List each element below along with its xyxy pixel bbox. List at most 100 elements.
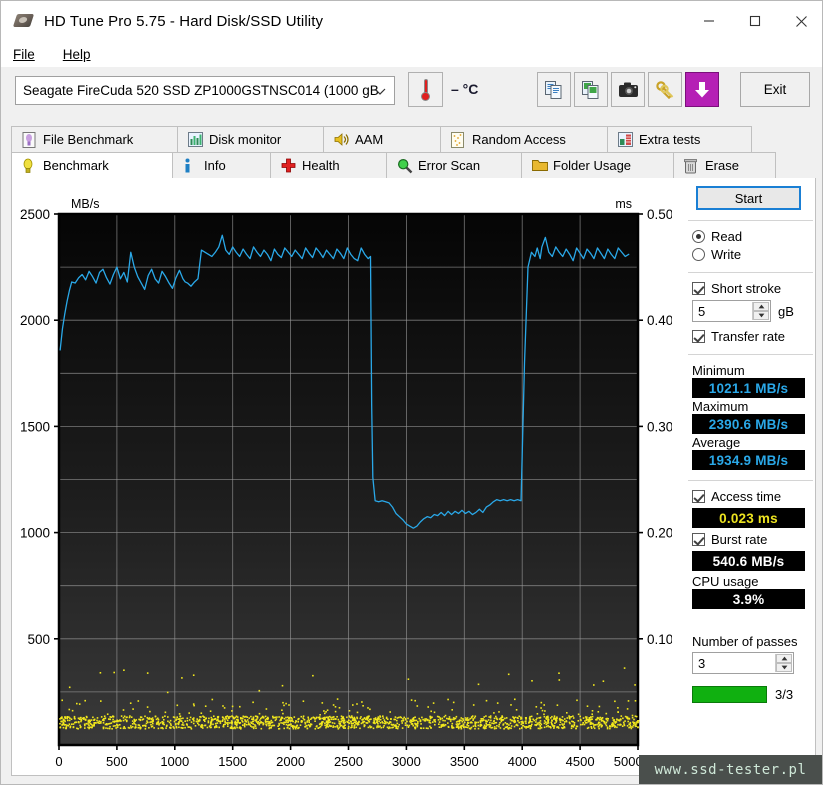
svg-text:MB/s: MB/s (71, 197, 99, 211)
transfer-rate-label: Transfer rate (711, 329, 785, 344)
svg-text:500: 500 (27, 632, 50, 647)
passes-progress-bar (692, 686, 767, 703)
burst-rate-checkbox-indicator (692, 533, 705, 546)
tab-random-access[interactable]: Random Access (440, 126, 608, 152)
options-button[interactable] (648, 72, 682, 107)
svg-text:3000: 3000 (392, 754, 421, 769)
minimize-button[interactable] (686, 1, 732, 41)
svg-text:500: 500 (106, 754, 128, 769)
maximum-label: Maximum (692, 399, 749, 414)
svg-text:4500: 4500 (566, 754, 595, 769)
stepper-up[interactable] (776, 654, 792, 663)
menu-file[interactable]: File (11, 45, 47, 64)
passes-stepper[interactable] (775, 654, 792, 672)
temperature-value: – °C (451, 81, 479, 97)
tab-error-scan[interactable]: Error Scan (386, 152, 522, 178)
svg-text:2000: 2000 (20, 313, 50, 328)
tab-extra-tests[interactable]: Extra tests (607, 126, 752, 152)
chevron-down-icon (374, 83, 386, 98)
radio-read-label: Read (711, 229, 743, 244)
checkbox-access-time[interactable]: Access time (684, 489, 817, 504)
svg-text:0.40: 0.40 (647, 313, 672, 328)
thermometer-icon (421, 78, 430, 101)
svg-text:2500: 2500 (334, 754, 363, 769)
tab-erase[interactable]: Erase (673, 152, 776, 178)
radio-write-indicator (692, 248, 705, 261)
svg-text:0.10: 0.10 (647, 632, 672, 647)
window-title: HD Tune Pro 5.75 - Hard Disk/SSD Utility (44, 12, 324, 30)
stepper-down[interactable] (753, 311, 769, 320)
svg-text:2000: 2000 (276, 754, 305, 769)
tab-label: File Benchmark (43, 132, 134, 147)
tab-label: Info (204, 158, 226, 173)
screenshot-button[interactable] (611, 72, 645, 107)
copy-text-button[interactable] (537, 72, 571, 107)
extra-tests-icon (618, 131, 633, 148)
maximum-value: 2390.6 MB/s (692, 414, 805, 434)
svg-text:2500: 2500 (20, 207, 50, 222)
maximize-button[interactable] (732, 1, 778, 41)
trash-icon (684, 158, 699, 174)
passes-input[interactable]: 3 (692, 652, 794, 674)
short-stroke-checkbox-indicator (692, 282, 705, 295)
start-button[interactable]: Start (696, 186, 801, 210)
download-button[interactable] (685, 72, 719, 107)
minimum-value: 1021.1 MB/s (692, 378, 805, 398)
short-stroke-stepper[interactable] (752, 302, 769, 320)
tab-folder-usage[interactable]: Folder Usage (521, 152, 674, 178)
svg-text:0: 0 (55, 754, 62, 769)
benchmark-controls: Start Read Write Short stroke 5 gB Trans… (684, 186, 817, 703)
tab-aam[interactable]: AAM (323, 126, 441, 152)
copy-image-button[interactable] (574, 72, 608, 107)
tab-strip: File Benchmark Disk monitor AAM Random A… (11, 126, 816, 178)
tab-benchmark[interactable]: Benchmark (11, 152, 173, 178)
magnifier-icon (397, 158, 413, 174)
access-time-value: 0.023 ms (692, 508, 805, 528)
short-stroke-size-row: 5 gB (684, 300, 817, 322)
svg-text:4000: 4000 (508, 754, 537, 769)
exit-button[interactable]: Exit (740, 72, 810, 107)
random-access-icon (451, 131, 466, 148)
folder-icon (532, 158, 548, 174)
benchmark-panel: MB/s ms 500 1000 1500 2000 2500 0.10 0.20 0.30 0.4… (11, 178, 816, 776)
hd-tune-window: HD Tune Pro 5.75 - Hard Disk/SSD Utility… (0, 0, 823, 785)
tab-row-bottom: Benchmark Info Health Error Scan Folder … (11, 152, 776, 178)
checkbox-burst-rate[interactable]: Burst rate (684, 532, 817, 547)
checkbox-transfer-rate[interactable]: Transfer rate (684, 329, 817, 344)
benchmark-chart: MB/s ms 500 1000 1500 2000 2500 0.10 0.20 0.30 0.4… (12, 178, 672, 776)
transfer-rate-checkbox-indicator (692, 330, 705, 343)
passes-progress-row: 3/3 (684, 686, 817, 703)
radio-read[interactable]: Read (684, 229, 817, 244)
close-button[interactable] (778, 1, 822, 41)
svg-text:0.30: 0.30 (647, 419, 672, 434)
burst-rate-value: 540.6 MB/s (692, 551, 805, 571)
passes-value: 3 (698, 655, 706, 671)
bar-chart-icon (188, 131, 203, 148)
average-label: Average (692, 435, 741, 450)
tab-label: Extra tests (639, 132, 701, 147)
title-bar: HD Tune Pro 5.75 - Hard Disk/SSD Utility (1, 1, 822, 41)
short-stroke-input[interactable]: 5 (692, 300, 771, 322)
checkbox-short-stroke[interactable]: Short stroke (684, 281, 817, 296)
passes-label: Number of passes (692, 634, 798, 649)
temperature-indicator (408, 72, 443, 107)
cpu-usage-label: CPU usage (692, 574, 759, 589)
menu-help[interactable]: Help (61, 45, 103, 64)
access-time-checkbox-indicator (692, 490, 705, 503)
tab-disk-monitor[interactable]: Disk monitor (177, 126, 324, 152)
stepper-up[interactable] (753, 302, 769, 311)
speaker-icon (334, 132, 349, 148)
svg-text:1500: 1500 (20, 419, 50, 434)
tab-info[interactable]: Info (172, 152, 271, 178)
svg-text:0.20: 0.20 (647, 526, 672, 541)
drive-select[interactable]: Seagate FireCuda 520 SSD ZP1000GSTNSC014… (15, 76, 395, 105)
tab-row-top: File Benchmark Disk monitor AAM Random A… (11, 126, 752, 152)
stepper-down[interactable] (776, 663, 792, 672)
tab-health[interactable]: Health (270, 152, 387, 178)
cpu-usage-value: 3.9% (692, 589, 805, 609)
radio-write[interactable]: Write (684, 247, 817, 262)
tab-label: Random Access (472, 132, 566, 147)
tab-file-benchmark[interactable]: File Benchmark (11, 126, 178, 152)
divider (688, 272, 813, 273)
hard-disk-icon (12, 10, 35, 32)
